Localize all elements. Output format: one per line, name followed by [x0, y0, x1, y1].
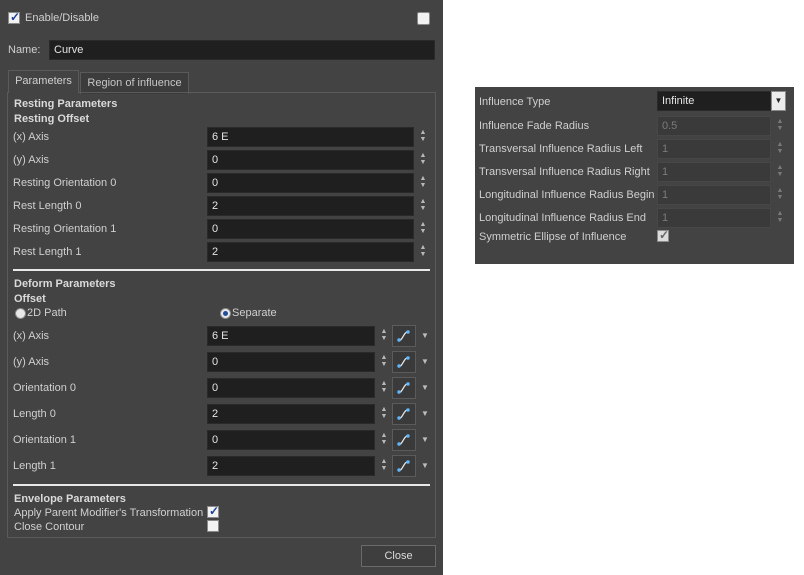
updown-arrows-icon[interactable]: ▲ ▼ — [380, 354, 388, 370]
updown-arrows-icon[interactable]: ▲ ▼ — [380, 458, 388, 474]
name-label: Name: — [8, 44, 41, 56]
close-button[interactable]: Close — [361, 545, 436, 567]
length-1-label: Length 1 — [13, 460, 56, 472]
chevron-down-icon[interactable]: ▼ — [771, 91, 786, 111]
close-contour-label: Close Contour — [14, 521, 85, 533]
length-0-field[interactable]: 2 — [207, 404, 375, 424]
chevron-down-icon[interactable]: ▼ — [420, 377, 430, 399]
deform-parameters-title: Deform Parameters — [14, 278, 116, 290]
checkmark-icon: ✓ — [659, 228, 670, 242]
updown-arrows-icon[interactable]: ▲ ▼ — [419, 129, 427, 145]
function-curve-icon[interactable] — [392, 429, 416, 451]
region-of-influence-panel: Influence Type Infinite ▼ Influence Fade… — [475, 87, 794, 264]
chevron-down-icon[interactable]: ▼ — [420, 325, 430, 347]
updown-arrows-icon[interactable]: ▲ ▼ — [380, 406, 388, 422]
function-curve-icon[interactable] — [392, 377, 416, 399]
section-divider — [13, 269, 430, 271]
transversal-radius-left-field[interactable]: 1 — [657, 139, 771, 159]
name-input[interactable]: Curve — [49, 40, 435, 60]
deform-x-axis-label: (x) Axis — [13, 330, 50, 342]
resting-x-axis-field[interactable]: 6 E — [207, 127, 414, 147]
transversal-radius-right-field[interactable]: 1 — [657, 162, 771, 182]
updown-arrows-icon[interactable]: ▲ ▼ — [419, 152, 427, 168]
enable-checkbox[interactable]: ✓ — [8, 10, 21, 24]
rest-length-0-label: Rest Length 0 — [13, 200, 82, 212]
function-curve-icon[interactable] — [392, 455, 416, 477]
close-contour-checkbox[interactable] — [207, 520, 219, 532]
orientation-0-label: Orientation 0 — [13, 382, 76, 394]
resting-y-axis-field[interactable]: 0 — [207, 150, 414, 170]
symmetric-ellipse-label: Symmetric Ellipse of Influence — [479, 231, 627, 243]
resting-orientation-1-field[interactable]: 0 — [207, 219, 414, 239]
orientation-1-label: Orientation 1 — [13, 434, 76, 446]
transversal-radius-right-label: Transversal Influence Radius Right — [479, 166, 650, 178]
longitudinal-radius-end-label: Longitudinal Influence Radius End — [479, 212, 646, 224]
checkmark-icon: ✓ — [209, 504, 220, 518]
envelope-parameters-title: Envelope Parameters — [14, 493, 126, 505]
tab-parameters[interactable]: Parameters — [8, 70, 79, 93]
apply-parent-label: Apply Parent Modifier's Transformation — [14, 507, 204, 519]
tab-region-of-influence[interactable]: Region of influence — [80, 72, 189, 94]
resting-y-axis-label: (y) Axis — [13, 154, 50, 166]
layer-properties-dialog: ✓ Enable/Disable Name: Curve Parameters … — [0, 0, 443, 575]
influence-fade-radius-label: Influence Fade Radius — [479, 120, 590, 132]
chevron-down-icon[interactable]: ▼ — [420, 429, 430, 451]
influence-type-dropdown[interactable]: Infinite — [657, 91, 771, 111]
resting-x-axis-label: (x) Axis — [13, 131, 50, 143]
orientation-1-field[interactable]: 0 — [207, 430, 375, 450]
rest-length-1-field[interactable]: 2 — [207, 242, 414, 262]
deform-y-axis-field[interactable]: 0 — [207, 352, 375, 372]
updown-arrows-icon[interactable]: ▲ ▼ — [419, 175, 427, 191]
chevron-down-icon[interactable]: ▼ — [420, 403, 430, 425]
function-curve-icon[interactable] — [392, 325, 416, 347]
length-1-field[interactable]: 2 — [207, 456, 375, 476]
radio-separate[interactable] — [220, 308, 231, 319]
apply-parent-checkbox[interactable]: ✓ — [207, 504, 220, 518]
radio-2d-path-label: 2D Path — [27, 307, 67, 319]
updown-arrows-icon[interactable]: ▲ ▼ — [419, 244, 427, 260]
resting-parameters-title: Resting Parameters — [14, 98, 118, 110]
symmetric-ellipse-checkbox[interactable]: ✓ — [657, 228, 670, 242]
updown-arrows-icon[interactable]: ▲ ▼ — [380, 380, 388, 396]
radio-2d-path[interactable] — [15, 308, 26, 319]
updown-arrows-icon[interactable]: ▲ ▼ — [380, 328, 388, 344]
transversal-radius-left-label: Transversal Influence Radius Left — [479, 143, 643, 155]
updown-arrows-icon[interactable]: ▲ ▼ — [419, 198, 427, 214]
updown-arrows-icon[interactable]: ▲ ▼ — [776, 187, 784, 203]
length-0-label: Length 0 — [13, 408, 56, 420]
color-swatch-button[interactable] — [417, 12, 430, 25]
influence-type-label: Influence Type — [479, 96, 551, 108]
deform-x-axis-field[interactable]: 6 E — [207, 326, 375, 346]
longitudinal-radius-end-field[interactable]: 1 — [657, 208, 771, 228]
enable-label: Enable/Disable — [25, 12, 99, 24]
updown-arrows-icon[interactable]: ▲ ▼ — [380, 432, 388, 448]
checkmark-icon: ✓ — [10, 10, 21, 24]
rest-length-0-field[interactable]: 2 — [207, 196, 414, 216]
chevron-down-icon[interactable]: ▼ — [420, 351, 430, 373]
rest-length-1-label: Rest Length 1 — [13, 246, 82, 258]
resting-orientation-0-field[interactable]: 0 — [207, 173, 414, 193]
resting-offset-title: Resting Offset — [14, 113, 90, 125]
influence-fade-radius-field[interactable]: 0.5 — [657, 116, 771, 136]
resting-orientation-1-label: Resting Orientation 1 — [13, 223, 117, 235]
function-curve-icon[interactable] — [392, 403, 416, 425]
chevron-down-icon[interactable]: ▼ — [420, 455, 430, 477]
longitudinal-radius-begin-label: Longitudinal Influence Radius Begin — [479, 189, 655, 201]
deform-offset-title: Offset — [14, 293, 46, 305]
updown-arrows-icon[interactable]: ▲ ▼ — [776, 118, 784, 134]
function-curve-icon[interactable] — [392, 351, 416, 373]
updown-arrows-icon[interactable]: ▲ ▼ — [776, 210, 784, 226]
radio-separate-label: Separate — [232, 307, 277, 319]
resting-orientation-0-label: Resting Orientation 0 — [13, 177, 117, 189]
updown-arrows-icon[interactable]: ▲ ▼ — [776, 164, 784, 180]
section-divider — [13, 484, 430, 486]
longitudinal-radius-begin-field[interactable]: 1 — [657, 185, 771, 205]
deform-y-axis-label: (y) Axis — [13, 356, 50, 368]
orientation-0-field[interactable]: 0 — [207, 378, 375, 398]
updown-arrows-icon[interactable]: ▲ ▼ — [776, 141, 784, 157]
updown-arrows-icon[interactable]: ▲ ▼ — [419, 221, 427, 237]
